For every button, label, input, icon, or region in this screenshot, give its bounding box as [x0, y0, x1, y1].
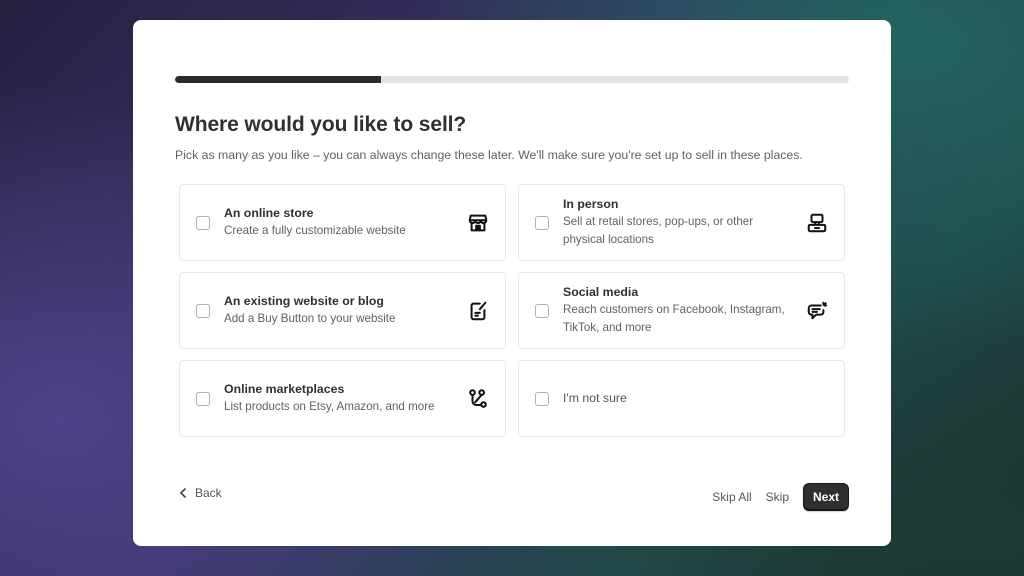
option-description: Create a fully customizable website [224, 224, 406, 237]
option-existing-website[interactable]: An existing website or blog Add a Buy Bu… [179, 272, 506, 349]
option-checkbox[interactable] [535, 391, 549, 406]
option-label: An existing website or blog [224, 294, 384, 308]
option-label: I'm not sure [563, 391, 627, 405]
sales-channel-options: An online store Create a fully customiza… [179, 184, 846, 437]
back-label: Back [195, 486, 222, 500]
option-label: Online marketplaces [224, 382, 345, 396]
option-label: An online store [224, 206, 314, 220]
page-subtitle: Pick as many as you like – you can alway… [175, 148, 803, 162]
footer-actions: Skip All Skip Next [712, 483, 849, 511]
progress-bar-fill [175, 76, 382, 83]
back-button[interactable]: Back [179, 486, 222, 500]
progress-bar [175, 76, 849, 83]
option-description: Add a Buy Button to your website [224, 312, 396, 325]
option-label: Social media [563, 285, 639, 299]
edit-document-icon [470, 301, 487, 320]
option-checkbox[interactable] [196, 303, 210, 318]
option-online-store[interactable]: An online store Create a fully customiza… [179, 184, 506, 261]
chevron-left-icon [180, 488, 186, 498]
option-in-person[interactable]: In person Sell at retail stores, pop-ups… [518, 184, 845, 261]
option-checkbox[interactable] [535, 303, 549, 318]
page-title: Where would you like to sell? [175, 113, 467, 136]
option-description: Reach customers on Facebook, Instagram, … [563, 303, 785, 334]
skip-all-button[interactable]: Skip All [712, 490, 751, 504]
skip-button[interactable]: Skip [766, 490, 789, 504]
chat-bubble-icon [807, 301, 828, 319]
storefront-icon [468, 214, 488, 231]
option-checkbox[interactable] [535, 215, 549, 230]
option-description: Sell at retail stores, pop-ups, or other… [563, 215, 754, 246]
option-label: In person [563, 197, 619, 211]
option-social-media[interactable]: Social media Reach customers on Facebook… [518, 272, 845, 349]
option-online-marketplaces[interactable]: Online marketplaces List products on Ets… [179, 360, 506, 437]
option-checkbox[interactable] [196, 391, 210, 406]
next-button[interactable]: Next [803, 483, 849, 511]
point-of-sale-icon [807, 213, 827, 232]
option-checkbox[interactable] [196, 215, 210, 230]
onboarding-card: Where would you like to sell? Pick as ma… [133, 20, 891, 546]
option-description: List products on Etsy, Amazon, and more [224, 400, 435, 413]
connections-icon [469, 388, 487, 408]
option-not-sure[interactable]: I'm not sure [518, 360, 845, 437]
